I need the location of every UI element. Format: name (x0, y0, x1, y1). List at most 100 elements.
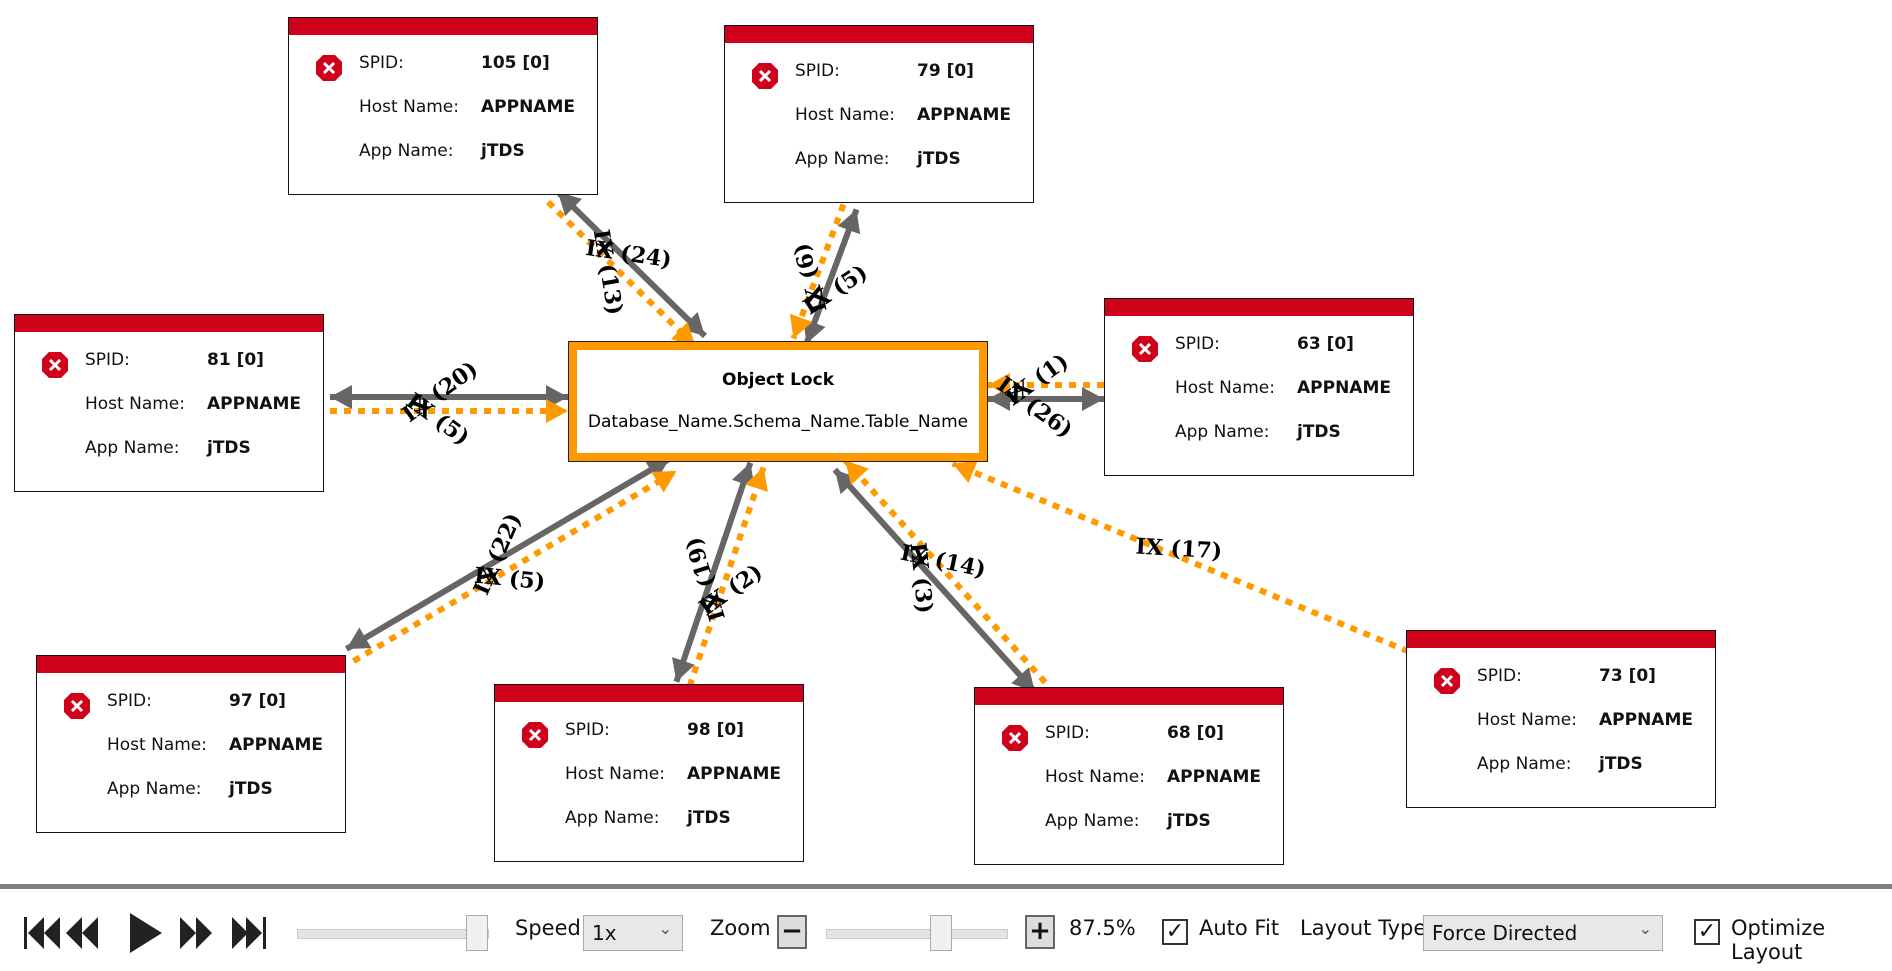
host-name-value: APPNAME (481, 97, 575, 117)
skip-to-start-icon[interactable] (24, 917, 60, 949)
node-header (975, 688, 1283, 705)
play-icon[interactable] (130, 913, 162, 953)
process-node[interactable]: SPID: 97 [0] Host Name: APPNAME App Name… (36, 655, 346, 833)
node-header (289, 18, 597, 35)
app-name-value: jTDS (207, 438, 251, 458)
layout-type-select[interactable]: Force Directed ⌄ (1423, 915, 1663, 951)
spid-label: SPID: (359, 53, 404, 73)
speed-value: 1x (592, 921, 617, 945)
skip-to-end-icon[interactable] (232, 917, 266, 949)
app-name-value: jTDS (1297, 422, 1341, 442)
zoom-slider[interactable] (826, 929, 1008, 939)
auto-fit-checkbox[interactable]: ✓ (1162, 919, 1188, 945)
app-name-label: App Name: (85, 438, 180, 458)
error-icon (752, 63, 778, 89)
error-icon (42, 352, 68, 378)
app-name-value: jTDS (1167, 811, 1211, 831)
host-name-label: Host Name: (359, 97, 459, 117)
app-name-value: jTDS (917, 149, 961, 169)
spid-value: 79 [0] (917, 61, 974, 81)
spid-label: SPID: (565, 720, 610, 740)
spid-value: 98 [0] (687, 720, 744, 740)
speed-label: Speed (515, 916, 581, 940)
app-name-value: jTDS (687, 808, 731, 828)
zoom-label: Zoom (710, 916, 771, 940)
error-icon (1132, 336, 1158, 362)
host-name-value: APPNAME (917, 105, 1011, 125)
app-name-label: App Name: (1175, 422, 1270, 442)
optimize-layout-checkbox[interactable]: ✓ (1694, 919, 1720, 945)
spid-label: SPID: (1175, 334, 1220, 354)
host-name-label: Host Name: (1045, 767, 1145, 787)
object-lock-node[interactable]: Object Lock Database_Name.Schema_Name.Ta… (568, 341, 988, 462)
app-name-label: App Name: (1045, 811, 1140, 831)
process-node[interactable]: SPID: 105 [0] Host Name: APPNAME App Nam… (288, 17, 598, 195)
host-name-label: Host Name: (1477, 710, 1577, 730)
process-node[interactable]: SPID: 98 [0] Host Name: APPNAME App Name… (494, 684, 804, 862)
chevron-down-icon: ⌄ (1638, 919, 1652, 938)
playback-controls (24, 913, 266, 953)
node-header (1105, 299, 1413, 316)
host-name-value: APPNAME (687, 764, 781, 784)
node-header (15, 315, 323, 332)
layout-type-value: Force Directed (1432, 921, 1578, 945)
host-name-value: APPNAME (229, 735, 323, 755)
arrowhead (1082, 387, 1104, 411)
host-name-label: Host Name: (85, 394, 185, 414)
app-name-label: App Name: (359, 141, 454, 161)
app-name-label: App Name: (107, 779, 202, 799)
spid-value: 105 [0] (481, 53, 550, 73)
host-name-label: Host Name: (565, 764, 665, 784)
zoom-slider-thumb[interactable] (930, 915, 952, 951)
process-node[interactable]: SPID: 79 [0] Host Name: APPNAME App Name… (724, 25, 1034, 203)
host-name-label: Host Name: (795, 105, 895, 125)
toolbar: Speed 1x ⌄ Zoom − + 87.5% ✓ Auto Fit Layo… (0, 884, 1892, 971)
node-header (37, 656, 345, 673)
arrowhead (952, 460, 978, 484)
process-node[interactable]: SPID: 81 [0] Host Name: APPNAME App Name… (14, 314, 324, 492)
error-icon (1002, 725, 1028, 751)
process-node[interactable]: SPID: 68 [0] Host Name: APPNAME App Name… (974, 687, 1284, 865)
fast-forward-icon[interactable] (180, 917, 212, 949)
app-name-value: jTDS (481, 141, 525, 161)
app-name-label: App Name: (565, 808, 660, 828)
playback-slider[interactable] (297, 929, 489, 939)
spid-value: 63 [0] (1297, 334, 1354, 354)
host-name-value: APPNAME (1167, 767, 1261, 787)
playback-slider-thumb[interactable] (466, 915, 488, 951)
spid-label: SPID: (85, 350, 130, 370)
node-header (1407, 631, 1715, 648)
spid-label: SPID: (1045, 723, 1090, 743)
spid-label: SPID: (795, 61, 840, 81)
zoom-in-button[interactable]: + (1025, 915, 1055, 949)
rewind-icon[interactable] (66, 917, 98, 949)
process-node[interactable]: SPID: 73 [0] Host Name: APPNAME App Name… (1406, 630, 1716, 808)
app-name-value: jTDS (1599, 754, 1643, 774)
spid-value: 97 [0] (229, 691, 286, 711)
spid-value: 68 [0] (1167, 723, 1224, 743)
host-name-label: Host Name: (1175, 378, 1275, 398)
object-lock-title: Object Lock (722, 370, 834, 390)
host-name-label: Host Name: (107, 735, 207, 755)
zoom-value: 87.5% (1069, 916, 1136, 940)
host-name-value: APPNAME (1297, 378, 1391, 398)
auto-fit-label: Auto Fit (1199, 916, 1280, 940)
spid-value: 73 [0] (1599, 666, 1656, 686)
speed-select[interactable]: 1x ⌄ (583, 915, 683, 951)
spid-label: SPID: (1477, 666, 1522, 686)
zoom-out-button[interactable]: − (777, 915, 807, 949)
host-name-value: APPNAME (1599, 710, 1693, 730)
edge-label: IX (17) (1135, 534, 1223, 565)
spid-value: 81 [0] (207, 350, 264, 370)
app-name-label: App Name: (1477, 754, 1572, 774)
layout-type-label: Layout Type (1300, 916, 1427, 940)
spid-label: SPID: (107, 691, 152, 711)
process-node[interactable]: SPID: 63 [0] Host Name: APPNAME App Name… (1104, 298, 1414, 476)
node-header (725, 26, 1033, 43)
node-header (495, 685, 803, 702)
app-name-label: App Name: (795, 149, 890, 169)
optimize-layout-label: Optimize Layout (1731, 916, 1826, 964)
arrowhead (330, 385, 352, 409)
host-name-value: APPNAME (207, 394, 301, 414)
error-icon (522, 722, 548, 748)
